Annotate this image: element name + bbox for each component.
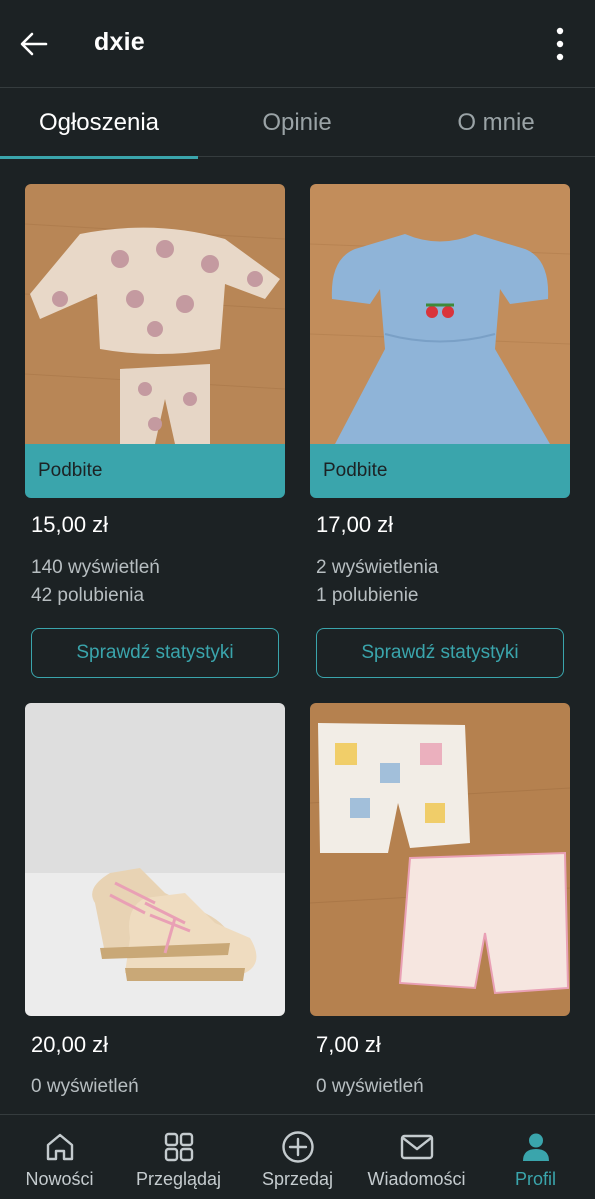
nav-news[interactable]: Nowości <box>0 1115 119 1199</box>
nav-messages[interactable]: Wiadomości <box>357 1115 476 1199</box>
user-icon <box>520 1129 552 1165</box>
tab-label: Ogłoszenia <box>38 109 160 136</box>
profile-username: dxie <box>94 28 145 56</box>
tab-label: Opinie <box>262 109 332 136</box>
tab-label: O mnie <box>457 109 535 136</box>
tab-about[interactable]: O mnie <box>397 89 595 157</box>
nav-label: Wiadomości <box>367 1169 466 1189</box>
listing-photo-baby-shoes[interactable] <box>25 703 285 1016</box>
listing-price: 7,00 zł <box>316 1032 381 1057</box>
listing-photo-denim-dress[interactable] <box>310 184 570 444</box>
listing-price: 15,00 zł <box>31 512 109 537</box>
listing-views: 2 wyświetlenia <box>316 557 439 578</box>
listing-card[interactable]: Podbite 17,00 zł 2 wyświetlenia 1 polubi… <box>310 184 570 684</box>
listing-card[interactable]: 7,00 zł 0 wyświetleń <box>310 703 570 1114</box>
active-tab-indicator <box>0 156 198 159</box>
check-stats-button[interactable]: Sprawdź statystyki <box>31 628 279 678</box>
tab-reviews[interactable]: Opinie <box>198 89 396 157</box>
back-arrow-icon[interactable] <box>16 26 52 62</box>
nav-label: Profil <box>514 1169 556 1189</box>
listing-price: 20,00 zł <box>31 1032 109 1057</box>
promoted-badge: Podbite <box>310 444 570 498</box>
top-app-bar: dxie <box>0 0 595 88</box>
listing-views: 0 wyświetleń <box>316 1076 424 1097</box>
listing-likes: 1 polubienie <box>316 585 419 606</box>
listing-views: 140 wyświetleń <box>31 557 160 578</box>
home-icon <box>44 1129 76 1165</box>
listing-card[interactable]: 20,00 zł 0 wyświetleń <box>25 703 285 1114</box>
mail-icon <box>400 1129 434 1165</box>
bottom-navigation: Nowości Przeglądaj Sprzedaj Wiadomości P… <box>0 1114 595 1199</box>
grid-icon <box>163 1129 195 1165</box>
listing-photo-shorts-set[interactable] <box>310 703 570 1016</box>
more-options-icon[interactable] <box>545 26 575 62</box>
nav-label: Sprzedaj <box>261 1169 334 1189</box>
listing-views: 0 wyświetleń <box>31 1076 139 1097</box>
nav-browse[interactable]: Przeglądaj <box>119 1115 238 1199</box>
plus-circle-icon <box>281 1129 315 1165</box>
nav-sell[interactable]: Sprzedaj <box>238 1115 357 1199</box>
profile-tabs: Ogłoszenia Opinie O mnie <box>0 89 595 159</box>
nav-profile[interactable]: Profil <box>476 1115 595 1199</box>
listing-card[interactable]: Podbite 15,00 zł 140 wyświetleń 42 polub… <box>25 184 285 684</box>
nav-label: Nowości <box>25 1169 94 1189</box>
promoted-badge: Podbite <box>25 444 285 498</box>
listing-photo-sweatshirt-set[interactable] <box>25 184 285 444</box>
listing-price: 17,00 zł <box>316 512 394 537</box>
listing-likes: 42 polubienia <box>31 585 145 606</box>
nav-label: Przeglądaj <box>135 1169 222 1189</box>
check-stats-button[interactable]: Sprawdź statystyki <box>316 628 564 678</box>
tab-listings[interactable]: Ogłoszenia <box>0 89 198 159</box>
